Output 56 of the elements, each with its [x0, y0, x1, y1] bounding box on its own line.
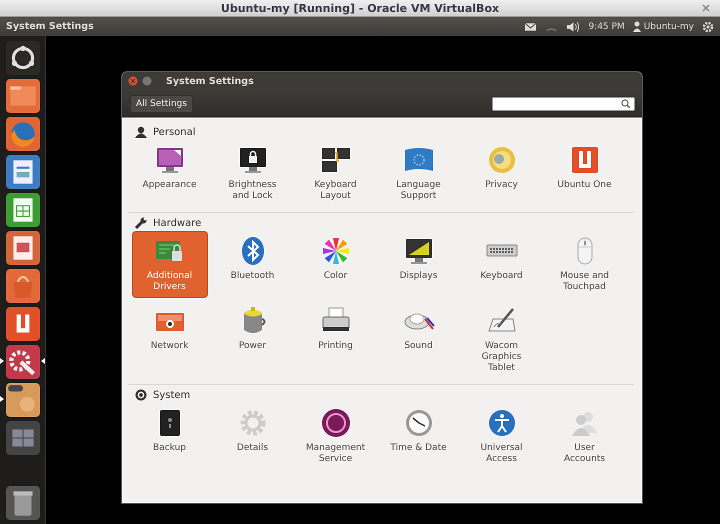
window-title: Ubuntu-my [Running] - Oracle VM VirtualBox	[220, 2, 500, 14]
u-logo-icon[interactable]	[6, 306, 40, 340]
power-gear-icon[interactable]	[702, 20, 714, 32]
app-name: System Settings	[6, 21, 94, 32]
settings-item[interactable]: Printing	[298, 302, 372, 378]
settings-item[interactable]: Brightness and Lock	[216, 141, 290, 206]
settings-item[interactable]: Ubuntu One	[548, 141, 622, 206]
user-name[interactable]: Ubuntu-my	[644, 22, 694, 32]
settings-item[interactable]: Power	[216, 302, 290, 378]
close-icon[interactable]	[128, 76, 138, 86]
minimize-icon[interactable]	[142, 76, 152, 86]
settings-item[interactable]: Universal Access	[464, 404, 538, 469]
window-title: System Settings	[166, 76, 254, 86]
settings-item[interactable]: Bluetooth	[216, 232, 290, 297]
trash-icon[interactable]	[6, 486, 40, 520]
ring-icon	[320, 407, 352, 439]
search-field[interactable]	[492, 96, 635, 110]
dash-logo-icon[interactable]	[6, 40, 40, 74]
settings-item[interactable]: Details	[216, 404, 290, 469]
browser-icon[interactable]	[6, 116, 40, 150]
close-icon[interactable]	[702, 4, 710, 12]
settings-item[interactable]: Management Service	[298, 404, 372, 469]
all-settings-button[interactable]: All Settings	[130, 94, 193, 112]
folder-icon[interactable]	[6, 78, 40, 112]
settings-item[interactable]: Color	[298, 232, 372, 297]
settings-item[interactable]: Wacom Graphics Tablet	[464, 302, 538, 378]
clock[interactable]: 9:45 PM	[588, 22, 625, 32]
person-icon	[135, 126, 147, 138]
shopping-bag-icon[interactable]	[6, 268, 40, 302]
volume-icon[interactable]	[566, 20, 580, 32]
settings-item[interactable]: Backup	[132, 404, 206, 469]
settings-item[interactable]: Keyboard	[464, 232, 538, 297]
person-icon	[632, 21, 641, 32]
settings-icon[interactable]	[6, 344, 40, 378]
settings-item[interactable]: Displays	[382, 232, 456, 297]
settings-item[interactable]: Keyboard Layout	[298, 141, 372, 206]
section-title: Hardware	[153, 218, 202, 228]
settings-item[interactable]: Privacy	[464, 141, 538, 206]
workspace-icon[interactable]	[6, 420, 40, 454]
presentation-icon[interactable]	[6, 230, 40, 264]
settings-item[interactable]: Mouse and Touchpad	[548, 232, 622, 297]
app-icon[interactable]	[6, 382, 40, 416]
section-title: System	[153, 390, 190, 400]
mail-icon[interactable]	[524, 20, 538, 32]
settings-item[interactable]: Network	[132, 302, 206, 378]
settings-item[interactable]: Language Support	[382, 141, 456, 206]
settings-item[interactable]: Appearance	[132, 141, 206, 206]
section-title: Personal	[153, 126, 196, 138]
settings-item[interactable]: User Accounts	[548, 404, 622, 469]
search-icon	[621, 99, 630, 108]
settings-item[interactable]: Additional Drivers	[132, 232, 206, 297]
spreadsheet-icon[interactable]	[6, 192, 40, 226]
settings-item[interactable]: Sound	[382, 302, 456, 378]
document-icon[interactable]	[6, 154, 40, 188]
wrench-icon	[135, 217, 147, 229]
settings-item[interactable]: Time & Date	[382, 404, 456, 469]
